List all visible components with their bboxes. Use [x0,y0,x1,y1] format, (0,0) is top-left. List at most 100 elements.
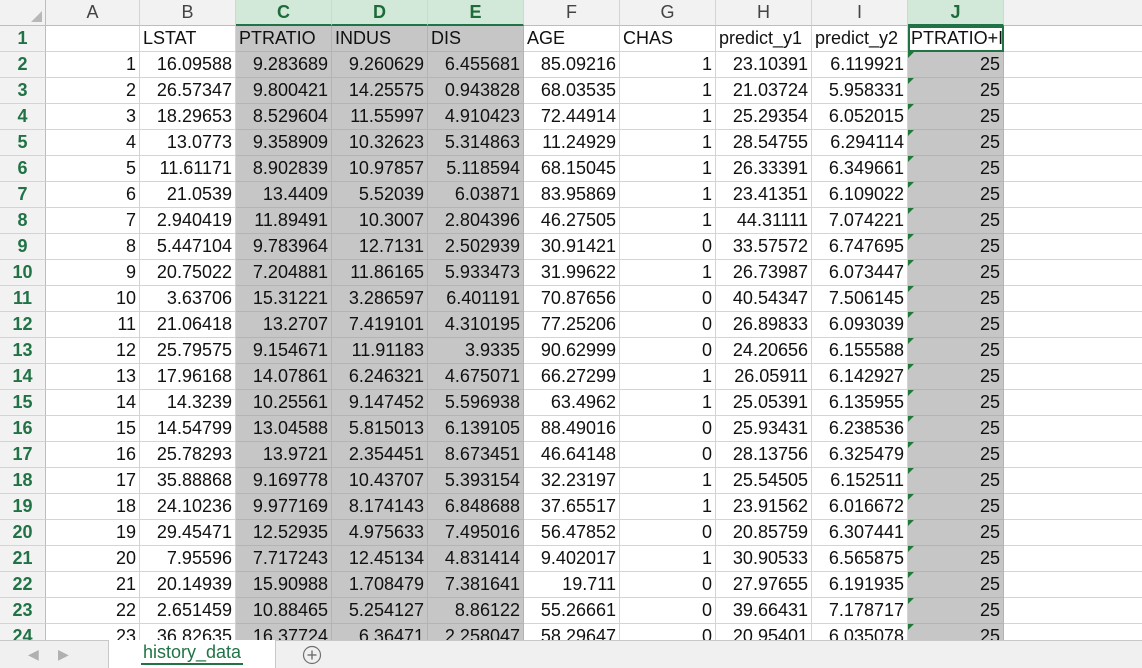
cell-a20[interactable]: 19 [46,520,140,546]
cell-c21[interactable]: 7.717243 [236,546,332,572]
cell-b3[interactable]: 26.57347 [140,78,236,104]
cell-b10[interactable]: 20.75022 [140,260,236,286]
cell-h22[interactable]: 27.97655 [716,572,812,598]
cell-e20[interactable]: 7.495016 [428,520,524,546]
cell-a1[interactable] [46,26,140,52]
cell-h11[interactable]: 40.54347 [716,286,812,312]
cell-b19[interactable]: 24.10236 [140,494,236,520]
row-header-2[interactable]: 2 [0,52,46,78]
cell-c1[interactable]: PTRATIO [236,26,332,52]
cell-d4[interactable]: 11.55997 [332,104,428,130]
cell-b6[interactable]: 11.61171 [140,156,236,182]
cell-h4[interactable]: 25.29354 [716,104,812,130]
cell-h7[interactable]: 23.41351 [716,182,812,208]
cell-j12[interactable]: 25 [908,312,1004,338]
cell-a15[interactable]: 14 [46,390,140,416]
cell-g12[interactable]: 0 [620,312,716,338]
cell-i6[interactable]: 6.349661 [812,156,908,182]
cell-a12[interactable]: 11 [46,312,140,338]
cell-h16[interactable]: 25.93431 [716,416,812,442]
cell-i20[interactable]: 6.307441 [812,520,908,546]
cell-f22[interactable]: 19.711 [524,572,620,598]
cell-c15[interactable]: 10.25561 [236,390,332,416]
cell-e13[interactable]: 3.9335 [428,338,524,364]
row-header-19[interactable]: 19 [0,494,46,520]
cell-i1[interactable]: predict_y2 [812,26,908,52]
cell-d20[interactable]: 4.975633 [332,520,428,546]
cell-k12[interactable] [1004,312,1142,338]
cell-d14[interactable]: 6.246321 [332,364,428,390]
cell-a16[interactable]: 15 [46,416,140,442]
cell-g4[interactable]: 1 [620,104,716,130]
row-header-7[interactable]: 7 [0,182,46,208]
cell-f5[interactable]: 11.24929 [524,130,620,156]
cell-j22[interactable]: 25 [908,572,1004,598]
cell-k8[interactable] [1004,208,1142,234]
cell-k4[interactable] [1004,104,1142,130]
cell-h5[interactable]: 28.54755 [716,130,812,156]
cell-h15[interactable]: 25.05391 [716,390,812,416]
cell-h2[interactable]: 23.10391 [716,52,812,78]
cell-c8[interactable]: 11.89491 [236,208,332,234]
cell-g1[interactable]: CHAS [620,26,716,52]
cell-j14[interactable]: 25 [908,364,1004,390]
cell-i11[interactable]: 7.506145 [812,286,908,312]
cell-b21[interactable]: 7.95596 [140,546,236,572]
column-header-i[interactable]: I [812,0,908,26]
cell-d17[interactable]: 2.354451 [332,442,428,468]
cell-i5[interactable]: 6.294114 [812,130,908,156]
cell-i2[interactable]: 6.119921 [812,52,908,78]
cell-c13[interactable]: 9.154671 [236,338,332,364]
cell-f7[interactable]: 83.95869 [524,182,620,208]
cell-e18[interactable]: 5.393154 [428,468,524,494]
cell-g13[interactable]: 0 [620,338,716,364]
cell-a2[interactable]: 1 [46,52,140,78]
cell-e8[interactable]: 2.804396 [428,208,524,234]
cell-i19[interactable]: 6.016672 [812,494,908,520]
cell-a23[interactable]: 22 [46,598,140,624]
cell-j21[interactable]: 25 [908,546,1004,572]
cell-c4[interactable]: 8.529604 [236,104,332,130]
cell-j7[interactable]: 25 [908,182,1004,208]
cell-f18[interactable]: 32.23197 [524,468,620,494]
cell-i22[interactable]: 6.191935 [812,572,908,598]
cell-e15[interactable]: 5.596938 [428,390,524,416]
cell-h17[interactable]: 28.13756 [716,442,812,468]
cell-e17[interactable]: 8.673451 [428,442,524,468]
cell-f17[interactable]: 46.64148 [524,442,620,468]
cell-j20[interactable]: 25 [908,520,1004,546]
cell-f16[interactable]: 88.49016 [524,416,620,442]
cell-grid[interactable]: A B C D E F G H I J 1 LSTAT PTRATIO INDUS DIS AGE CHAS pr… [0,0,1142,640]
cell-a6[interactable]: 5 [46,156,140,182]
cell-i9[interactable]: 6.747695 [812,234,908,260]
cell-c16[interactable]: 13.04588 [236,416,332,442]
cell-g16[interactable]: 0 [620,416,716,442]
cell-k11[interactable] [1004,286,1142,312]
cell-g19[interactable]: 1 [620,494,716,520]
cell-c9[interactable]: 9.783964 [236,234,332,260]
cell-c7[interactable]: 13.4409 [236,182,332,208]
cell-e23[interactable]: 8.86122 [428,598,524,624]
row-header-8[interactable]: 8 [0,208,46,234]
cell-k7[interactable] [1004,182,1142,208]
cell-g10[interactable]: 1 [620,260,716,286]
column-header-a[interactable]: A [46,0,140,26]
cell-b14[interactable]: 17.96168 [140,364,236,390]
plus-circle-icon[interactable] [302,645,322,665]
row-header-3[interactable]: 3 [0,78,46,104]
row-header-18[interactable]: 18 [0,468,46,494]
cell-h12[interactable]: 26.89833 [716,312,812,338]
cell-e1[interactable]: DIS [428,26,524,52]
cell-a10[interactable]: 9 [46,260,140,286]
row-header-9[interactable]: 9 [0,234,46,260]
cell-i24[interactable]: 6.035078 [812,624,908,640]
cell-j3[interactable]: 25 [908,78,1004,104]
row-header-14[interactable]: 14 [0,364,46,390]
cell-c3[interactable]: 9.800421 [236,78,332,104]
cell-b7[interactable]: 21.0539 [140,182,236,208]
cell-k2[interactable] [1004,52,1142,78]
cell-c11[interactable]: 15.31221 [236,286,332,312]
cell-b24[interactable]: 36.82635 [140,624,236,640]
cell-k3[interactable] [1004,78,1142,104]
cell-f12[interactable]: 77.25206 [524,312,620,338]
